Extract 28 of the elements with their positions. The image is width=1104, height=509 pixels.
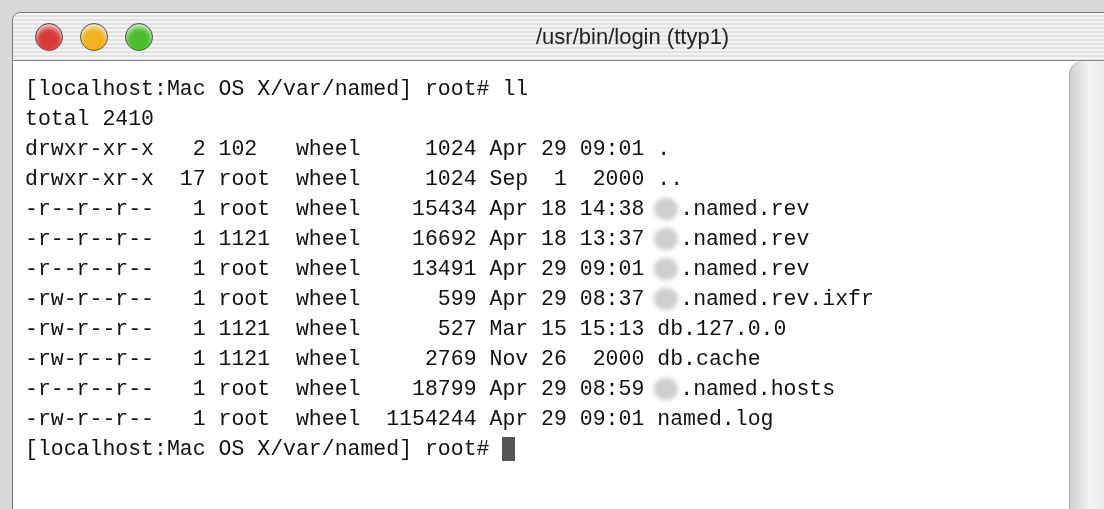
listing-text: -rw-r--r-- 1 1121 wheel 527 Mar 15 15:13 <box>25 315 645 343</box>
file-name: .named.rev <box>680 225 810 253</box>
minimize-button[interactable] <box>80 22 108 51</box>
file-name: .named.hosts <box>680 375 836 403</box>
file-name: . <box>657 135 671 163</box>
file-name: .. <box>657 165 684 193</box>
file-name: .named.rev.ixfr <box>680 285 874 313</box>
listing-text: -r--r--r-- 1 root wheel 15434 Apr 18 14:38 <box>25 195 645 223</box>
zoom-button[interactable] <box>125 22 153 51</box>
listing-text: -r--r--r-- 1 1121 wheel 16692 Apr 18 13:37 <box>25 225 645 253</box>
close-button[interactable] <box>35 22 63 51</box>
file-name: .named.rev <box>680 255 810 283</box>
file-name: named.log <box>657 405 774 433</box>
file-name: db.127.0.0 <box>657 315 787 343</box>
listing-text: -rw-r--r-- 1 1121 wheel 2769 Nov 26 2000 <box>25 345 645 373</box>
listing-text: -rw-r--r-- 1 root wheel 1154244 Apr 29 09:01 <box>25 405 645 433</box>
window-title: /usr/bin/login (ttyp1) <box>536 23 730 51</box>
scrollbar-track[interactable] <box>1069 61 1104 509</box>
prompt-text: [localhost:Mac OS X/var/named] root# ll <box>25 75 529 103</box>
output-text: total 2410 <box>25 105 155 133</box>
listing-text: -r--r--r-- 1 root wheel 18799 Apr 29 08:59 <box>25 375 645 403</box>
listing-text: -rw-r--r-- 1 root wheel 599 Apr 29 08:37 <box>25 285 645 313</box>
prompt-text: [localhost:Mac OS X/var/named] root# <box>25 435 490 463</box>
file-name: db.cache <box>657 345 761 373</box>
listing-text: -r--r--r-- 1 root wheel 13491 Apr 29 09:01 <box>25 255 645 283</box>
file-name: .named.rev <box>680 195 810 223</box>
listing-text: drwxr-xr-x 17 root wheel 1024 Sep 1 2000 <box>25 165 645 193</box>
listing-text: drwxr-xr-x 2 102 wheel 1024 Apr 29 09:01 <box>25 135 645 163</box>
